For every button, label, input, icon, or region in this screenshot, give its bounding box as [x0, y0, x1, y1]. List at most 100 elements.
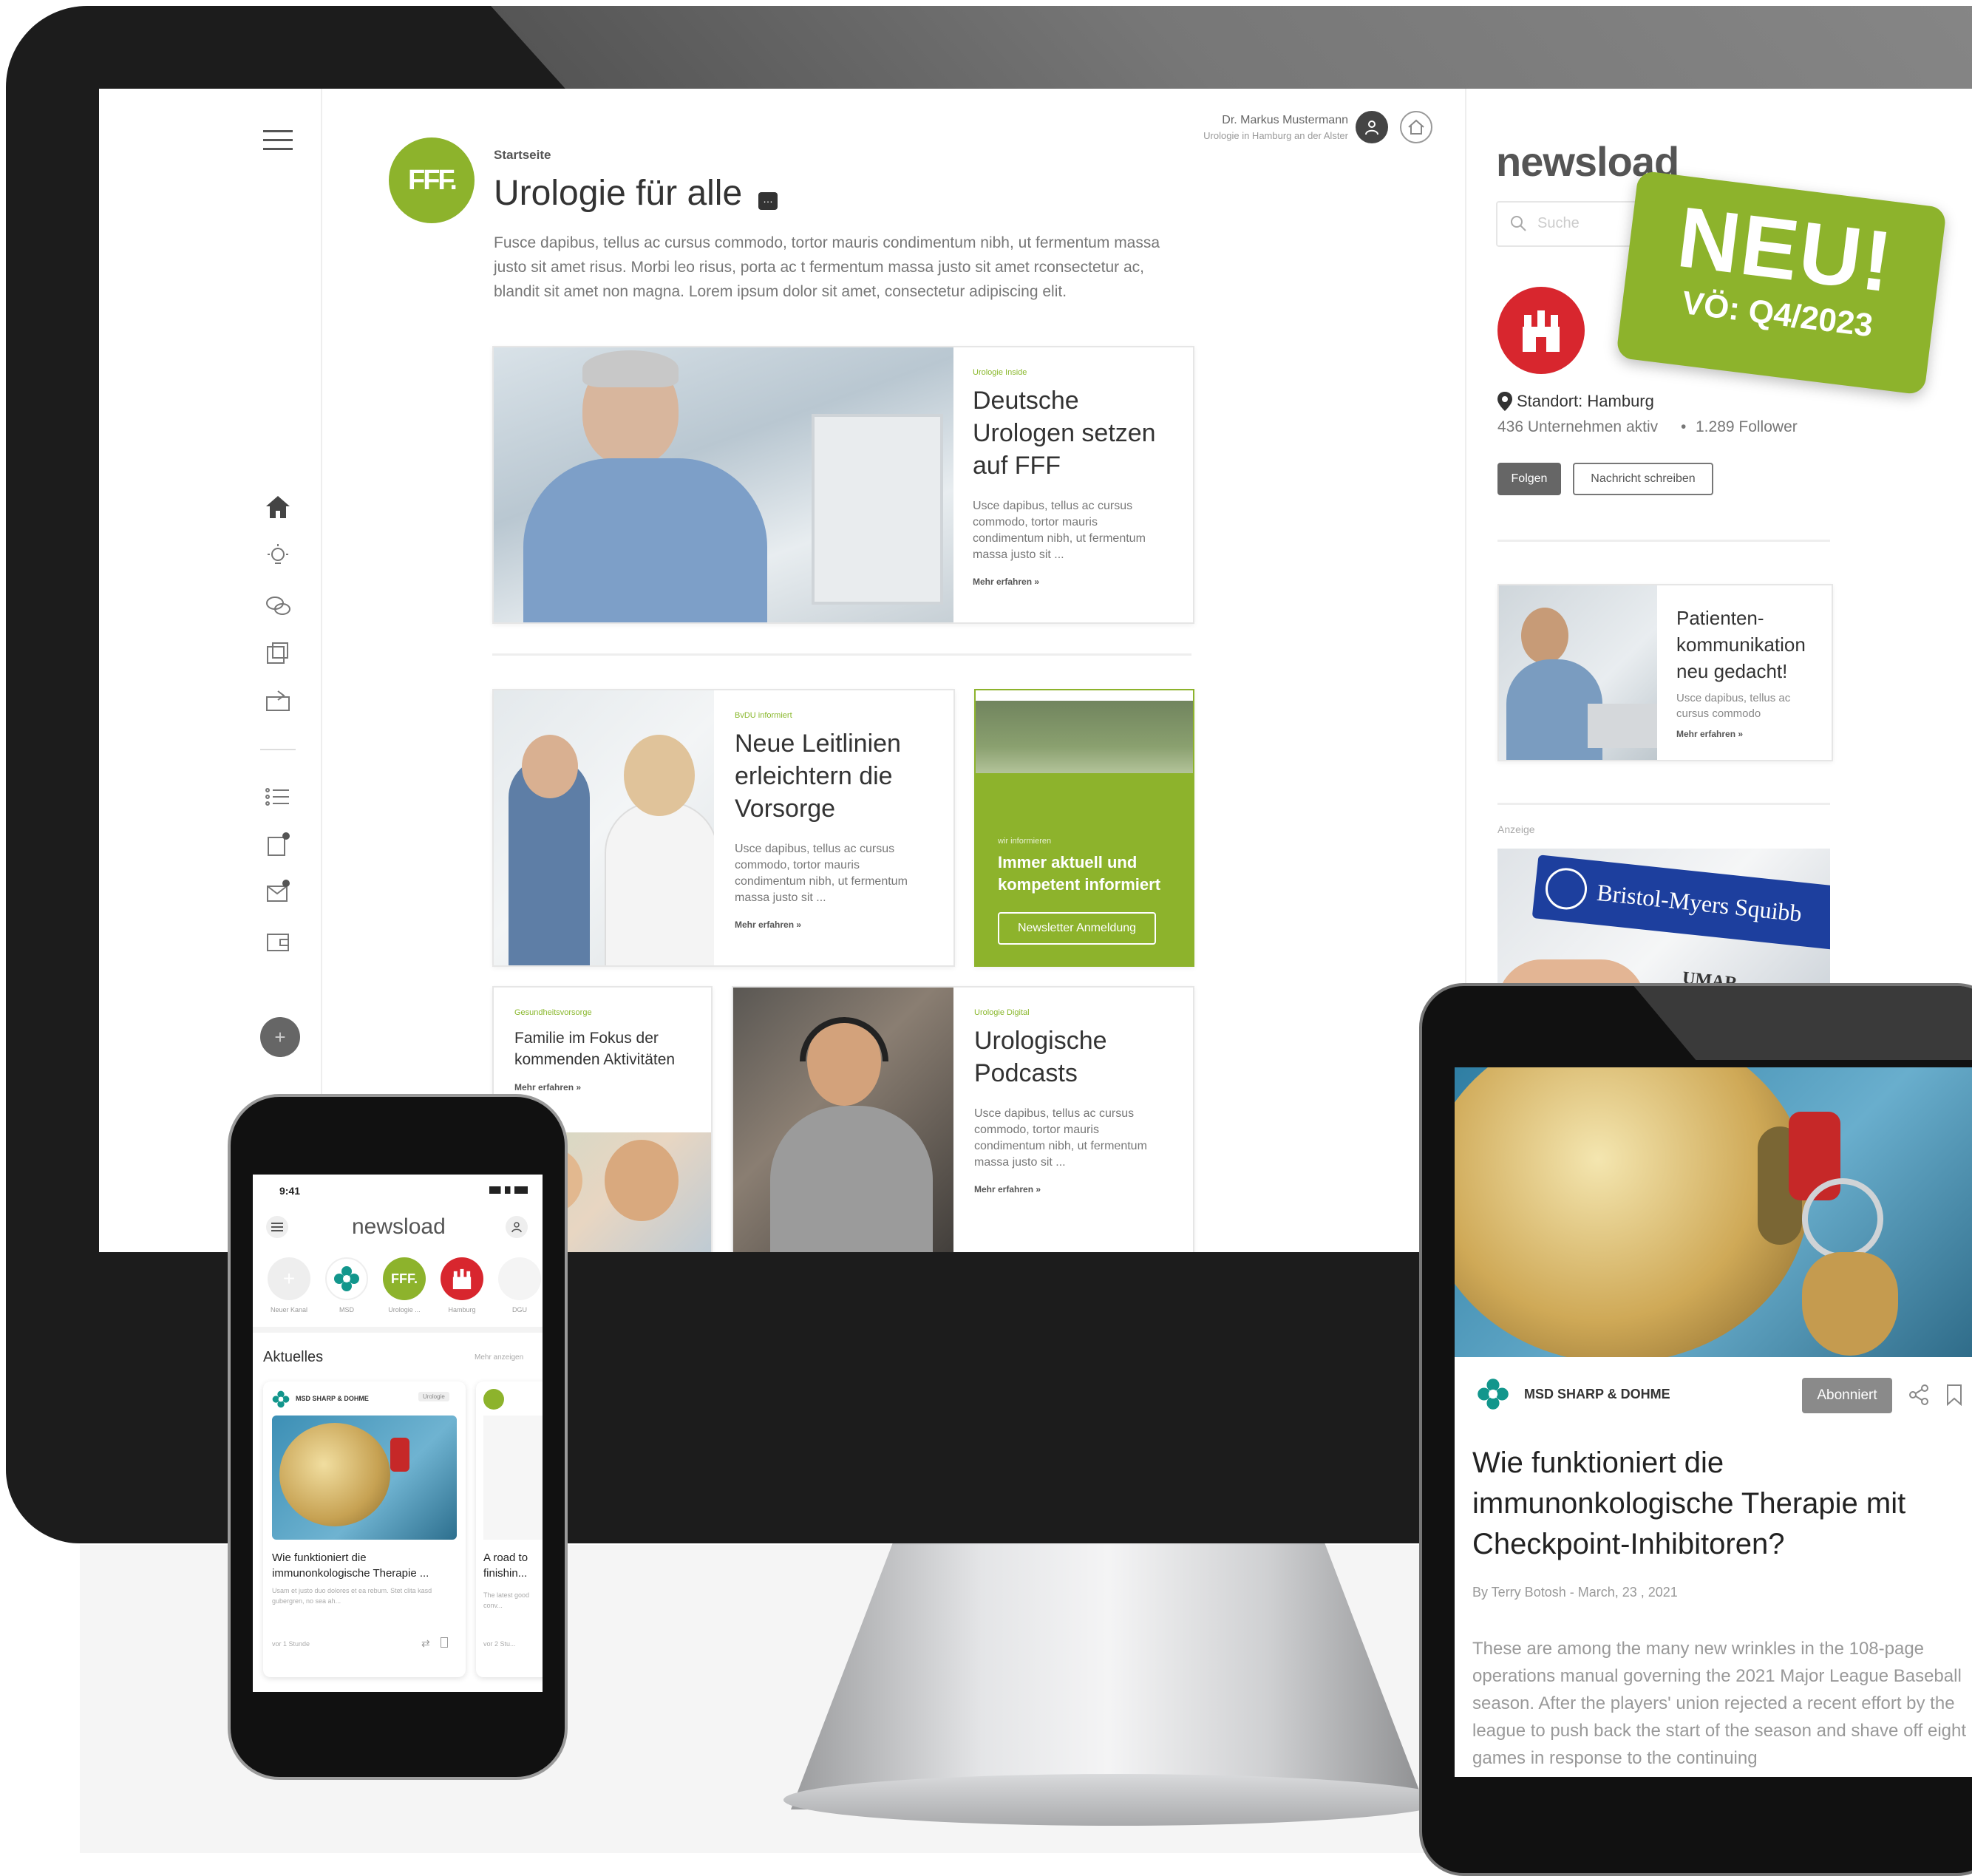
phone-card-publisher: MSD SHARP & DOHME	[296, 1395, 369, 1402]
nurse-head	[624, 735, 695, 816]
promo-card[interactable]: Patienten-kommunikation neu gedacht! Usc…	[1497, 584, 1833, 761]
channel-label-dgu: DGU	[512, 1306, 527, 1313]
phone-card-body: Usam et justo duo dolores et ea rebum. S…	[272, 1587, 432, 1605]
phone-card2-time: vor 2 Stu...	[483, 1640, 516, 1648]
user-subtitle: Urologie in Hamburg an der Alster	[1203, 130, 1348, 141]
newsletter-kicker: wir informieren	[998, 837, 1052, 846]
tablet-share-icon[interactable]	[1908, 1384, 1931, 1410]
promo-more-link[interactable]: Mehr erfahren »	[1676, 729, 1743, 739]
newsletter-preview-image	[976, 690, 1193, 831]
preview-header-bar	[976, 690, 1193, 701]
guideline-title: Neue Leitlinien erleichtern die Vorsorge	[735, 730, 901, 823]
promo-person-head	[1521, 608, 1568, 664]
newsletter-button[interactable]: Newsletter Anmeldung	[998, 912, 1156, 945]
tablet-body: These are among the many new wrinkles in…	[1472, 1639, 1967, 1768]
phone-news-card-2[interactable]: A road to finishin... The latest good co…	[476, 1381, 543, 1677]
section-divider	[492, 653, 1191, 656]
guideline-image	[494, 690, 714, 965]
phone-card-bookmark-icon[interactable]	[441, 1637, 448, 1648]
guideline-more-link[interactable]: Mehr erfahren »	[735, 920, 801, 930]
search-icon	[1509, 214, 1527, 236]
channel-new[interactable]: +	[268, 1257, 310, 1300]
message-button[interactable]: Nachricht schreiben	[1573, 463, 1713, 495]
page-logo: FFF.	[389, 137, 475, 223]
user-icon[interactable]	[1356, 111, 1388, 143]
bms-star-icon	[1543, 866, 1589, 912]
channel-msd-logo[interactable]	[325, 1257, 368, 1300]
notes-icon[interactable]	[263, 829, 293, 859]
preview-green-band	[976, 773, 1193, 831]
follow-button[interactable]: Folgen	[1497, 463, 1561, 495]
channel-label-urologie: Urologie ...	[388, 1306, 421, 1313]
phone-section-title: Aktuelles	[263, 1349, 324, 1365]
tablet-msd-logo	[1477, 1378, 1509, 1414]
featured-more-link[interactable]: Mehr erfahren »	[973, 577, 1039, 587]
stats-companies: 436 Unternehmen aktiv	[1497, 418, 1659, 435]
location-label: Standort: Hamburg	[1517, 392, 1654, 410]
nav-divider	[260, 749, 296, 750]
page-intro: Fusce dapibus, tellus ac cursus commodo,…	[494, 234, 1160, 300]
right-divider	[1497, 540, 1830, 542]
hamburg-logo	[1497, 287, 1585, 374]
wallet-icon[interactable]	[263, 927, 293, 956]
mail-icon[interactable]	[263, 877, 293, 906]
hero-door-knob	[1455, 1067, 1809, 1357]
phone-menu-icon[interactable]	[266, 1216, 288, 1238]
featured-card[interactable]: Urologie Inside Deutsche Urologen setzen…	[492, 346, 1194, 624]
channel-label-msd: MSD	[339, 1306, 354, 1313]
plus-icon[interactable]: +	[260, 1017, 300, 1057]
child-head	[522, 735, 578, 798]
gallery-icon[interactable]	[263, 639, 293, 668]
hero-key-ring	[1802, 1178, 1883, 1260]
share-icon[interactable]	[263, 686, 293, 716]
phone-brand: newsload	[352, 1214, 446, 1239]
phone-user-icon[interactable]	[506, 1216, 528, 1238]
tablet-sheen	[1621, 986, 1972, 1060]
newsletter-title: Immer aktuell und kompetent informiert	[998, 853, 1161, 894]
phone-screen: 9:41 newsload + FFF. Neuer Kanal MSD Uro…	[253, 1175, 543, 1692]
list-icon[interactable]	[263, 782, 293, 812]
chat-icon[interactable]	[263, 591, 293, 621]
title-options-icon[interactable]: …	[758, 192, 778, 210]
location-icon	[1497, 392, 1512, 415]
channel-dgu-logo[interactable]	[498, 1257, 541, 1300]
bulb-icon[interactable]	[263, 541, 293, 571]
phone-card-time: vor 1 Stunde	[272, 1640, 310, 1648]
promo-body: Usce dapibus, tellus ac cursus commodo	[1676, 692, 1791, 720]
phone-news-card[interactable]: MSD SHARP & DOHME Urologie Wie funktioni…	[263, 1381, 466, 1677]
phone-section-more[interactable]: Mehr anzeigen	[475, 1353, 523, 1362]
doctor-hair	[582, 350, 679, 387]
red-key	[390, 1438, 409, 1472]
monitor-in-photo	[812, 414, 943, 605]
monitor-stand	[791, 1543, 1427, 1809]
channel-urologie-logo[interactable]: FFF.	[383, 1257, 426, 1300]
phone-card-share-icon[interactable]: ⇄	[421, 1637, 430, 1650]
tablet-subscribed-button[interactable]: Abonniert	[1802, 1378, 1892, 1413]
family-more-link[interactable]: Mehr erfahren »	[514, 1082, 581, 1092]
featured-title: Deutsche Urologen setzen auf FFF	[973, 387, 1156, 480]
guideline-card[interactable]: BvDU informiert Neue Leitlinien erleicht…	[492, 689, 955, 967]
tablet: MSD SHARP & DOHME Abonniert Wie funktion…	[1419, 983, 1972, 1876]
channel-label-new: Neuer Kanal	[270, 1306, 308, 1313]
menu-icon[interactable]	[262, 124, 294, 157]
podcast-image	[733, 988, 953, 1252]
nurse-figure	[605, 801, 714, 965]
featured-image	[494, 347, 953, 622]
podcast-card[interactable]: Urologie Digital Urologische Podcasts Us…	[732, 986, 1194, 1252]
home-icon[interactable]	[263, 492, 293, 522]
channel-hamburg-logo[interactable]	[441, 1257, 483, 1300]
podcast-more-link[interactable]: Mehr erfahren »	[974, 1184, 1041, 1194]
home-outline-icon[interactable]	[1400, 111, 1432, 143]
breadcrumb[interactable]: Startseite	[494, 148, 551, 163]
podcaster-body	[770, 1106, 933, 1252]
family-kicker: Gesundheitsvorsorge	[514, 1008, 592, 1017]
phone-time: 9:41	[279, 1185, 301, 1197]
phone-status-icons	[489, 1186, 528, 1194]
family-title: Familie im Fokus der kommenden Aktivität…	[514, 1030, 676, 1068]
featured-kicker: Urologie Inside	[973, 368, 1027, 377]
door-knob	[279, 1423, 390, 1526]
tablet-bookmark-icon[interactable]	[1945, 1384, 1963, 1410]
tablet-byline: By Terry Botosh - March, 23 , 2021	[1472, 1585, 1678, 1600]
new-badge: NEU! VÖ: Q4/2023	[1616, 170, 1947, 395]
ad-card: Bristol-Myers Squibb	[1531, 854, 1830, 951]
